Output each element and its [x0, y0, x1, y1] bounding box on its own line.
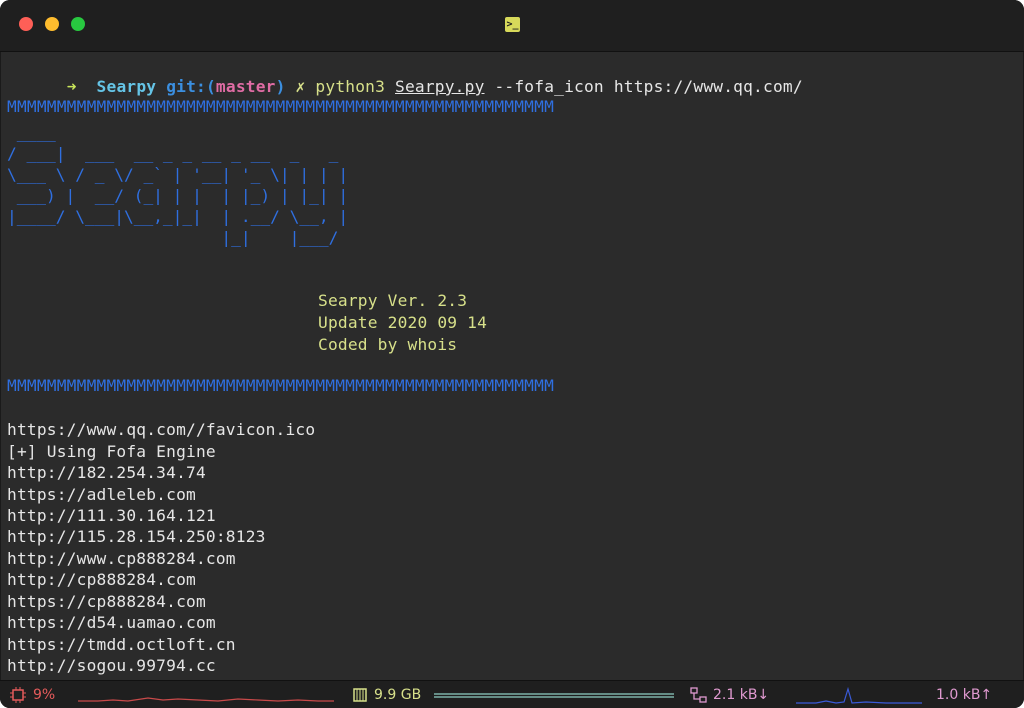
- output-line: https://cp888284.com: [7, 592, 206, 611]
- memory-icon: [353, 688, 367, 702]
- output-line: http://www.cp888284.com: [7, 549, 236, 568]
- git-suffix: ): [275, 77, 286, 96]
- banner-rule-bottom: MMMMMMMMMMMMMMMMMMMMMMMMMMMMMMMMMMMMMMMM…: [7, 376, 555, 395]
- command-file: Searpy.py: [395, 77, 485, 96]
- output-line: https://adleleb.com: [7, 485, 196, 504]
- output-line: http://182.254.34.74: [7, 463, 206, 482]
- output-line: http://115.28.154.250:8123: [7, 527, 266, 546]
- memory-usage: 9.9 GB: [374, 687, 422, 703]
- git-dirty: ✗: [295, 77, 306, 96]
- minimize-button[interactable]: [45, 17, 59, 31]
- network-sparkline: [796, 686, 922, 704]
- git-branch: master: [215, 77, 276, 96]
- banner-update: Update 2020 09 14: [318, 313, 488, 332]
- title-bar: >_: [0, 0, 1024, 52]
- prompt-line: ➜ Searpy git:(master) ✗ python3 Searpy.p…: [7, 55, 803, 96]
- banner-version: Searpy Ver. 2.3: [318, 291, 468, 310]
- maximize-button[interactable]: [71, 17, 85, 31]
- output-line: https://d54.uamao.com: [7, 613, 216, 632]
- output-line: http://sogou.99794.cc: [7, 656, 216, 675]
- output-line: http://cp888284.com: [7, 570, 196, 589]
- terminal-content[interactable]: ➜ Searpy git:(master) ✗ python3 Searpy.p…: [0, 52, 1024, 680]
- output-line: [+] Using Fofa Engine: [7, 442, 216, 461]
- banner-ascii-art: ____ / ___| ___ __ _ _ __ _ __ _ _ \___ …: [7, 123, 349, 247]
- banner-coded: Coded by whois: [318, 335, 458, 354]
- cpu-sparkline: [78, 697, 334, 702]
- cpu-usage: 9%: [33, 687, 56, 703]
- network-icon: [690, 687, 707, 703]
- banner-rule-top: MMMMMMMMMMMMMMMMMMMMMMMMMMMMMMMMMMMMMMMM…: [7, 97, 555, 116]
- cpu-chip-icon: [10, 687, 26, 703]
- status-bar: 9% 9.9 GB 2.1 kB↓ 1.0 kB↑: [0, 680, 1024, 708]
- network-upload: 1.0 kB↑: [936, 687, 993, 703]
- close-button[interactable]: [19, 17, 33, 31]
- prompt-arrow: ➜: [66, 77, 77, 96]
- network-download: 2.1 kB↓: [713, 687, 770, 703]
- terminal-window: >_ ➜ Searpy git:(master) ✗ python3 Searp…: [0, 0, 1024, 708]
- command-args: --fofa_icon https://www.qq.com/: [494, 77, 803, 96]
- output-line: https://tmdd.octloft.cn: [7, 635, 236, 654]
- prompt-dir: Searpy: [96, 77, 157, 96]
- output-line: https://www.qq.com//favicon.ico: [7, 420, 316, 439]
- command-name: python3: [315, 77, 386, 96]
- memory-sparkline: [434, 693, 674, 698]
- terminal-icon: >_: [505, 17, 520, 32]
- git-prefix: git:(: [166, 77, 216, 96]
- output-line: http://111.30.164.121: [7, 506, 216, 525]
